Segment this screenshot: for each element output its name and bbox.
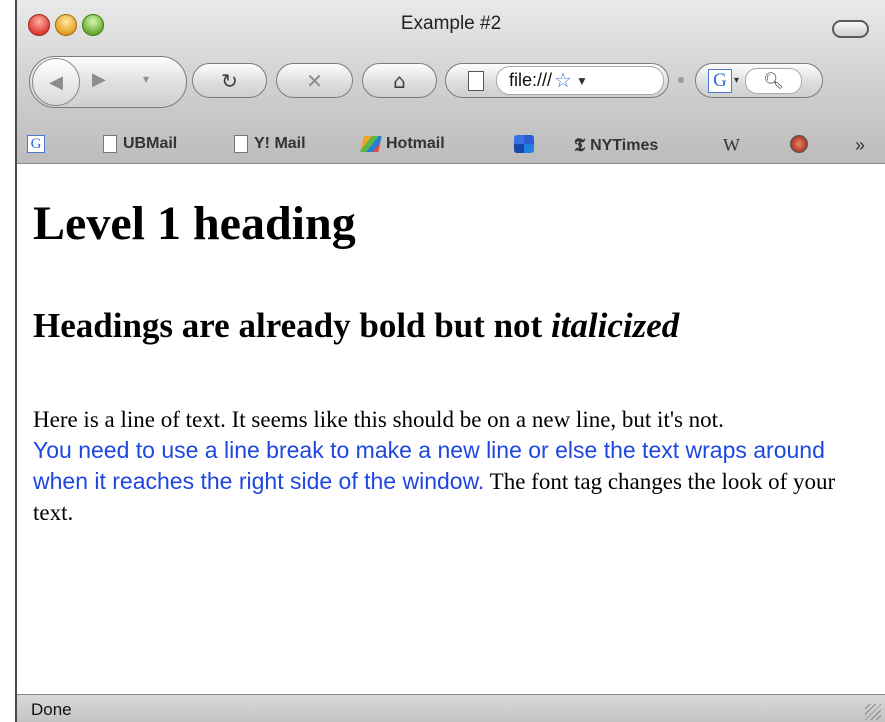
level-2-heading: Headings are already bold but not italic… — [33, 306, 679, 346]
page-icon — [103, 135, 117, 153]
toolbar-separator — [678, 77, 684, 83]
circle-icon — [790, 135, 808, 153]
resize-grip-icon[interactable] — [865, 704, 881, 720]
bookmark-google[interactable]: G — [27, 135, 45, 153]
stop-icon: ✕ — [306, 68, 323, 93]
toolbar-toggle-button[interactable] — [832, 20, 869, 38]
google-search-icon[interactable]: G — [708, 68, 732, 93]
paragraph-text: Here is a line of text. It seems like th… — [33, 407, 724, 432]
browser-window: Example #2 ◀ ▶ ▾ ↻ ✕ ⌂ file:/// ☆ ▼ G ▾ … — [0, 0, 885, 722]
forward-button[interactable]: ▶ — [92, 69, 106, 90]
magnifier-icon: 🔍︎ — [763, 71, 784, 90]
home-button[interactable]: ⌂ — [362, 63, 437, 98]
google-icon: G — [27, 135, 45, 153]
more-icon: » — [855, 135, 866, 155]
back-forward-control: ◀ ▶ ▾ — [29, 56, 187, 108]
search-input[interactable]: 🔍︎ — [745, 67, 803, 94]
bookmark-label: Hotmail — [386, 135, 445, 152]
page-icon — [234, 135, 248, 153]
bookmarks-bar: G UBMail Y! Mail Hotmail 𝕿 NYTimes W » — [17, 128, 885, 162]
navigation-toolbar: ◀ ▶ ▾ ↻ ✕ ⌂ file:/// ☆ ▼ G ▾ 🔍︎ — [17, 48, 885, 110]
back-arrow-icon: ◀ — [49, 71, 63, 93]
bookmark-circle[interactable] — [790, 135, 808, 153]
address-bar[interactable]: file:/// ☆ ▼ — [445, 63, 669, 98]
h2-italic-text: italicized — [550, 306, 680, 345]
bookmark-ubmail[interactable]: UBMail — [103, 135, 177, 153]
wikipedia-icon: W — [723, 135, 740, 155]
url-dropdown-icon[interactable]: ▼ — [576, 74, 588, 88]
msn-icon — [514, 135, 534, 153]
nyt-icon: 𝕿 — [574, 135, 586, 155]
window-left-edge — [0, 0, 17, 722]
bookmark-ymail[interactable]: Y! Mail — [234, 135, 306, 153]
bookmark-msn[interactable] — [514, 135, 534, 153]
history-dropdown-icon[interactable]: ▾ — [143, 72, 149, 86]
star-icon[interactable]: ☆ — [554, 68, 572, 93]
h2-text: Headings are already bold but not — [33, 306, 551, 345]
page-icon — [468, 70, 484, 91]
url-text: file:/// — [509, 70, 553, 90]
bookmark-hotmail[interactable]: Hotmail — [360, 135, 445, 153]
hotmail-icon — [360, 136, 382, 152]
bookmark-label: UBMail — [123, 135, 178, 152]
level-1-heading: Level 1 heading — [33, 197, 356, 250]
bookmarks-overflow[interactable]: » — [855, 135, 865, 156]
status-text: Done — [31, 700, 72, 719]
paragraph: Here is a line of text. It seems like th… — [33, 404, 863, 528]
search-box[interactable]: G ▾ 🔍︎ — [695, 63, 823, 98]
reload-icon: ↻ — [221, 68, 238, 93]
back-button[interactable]: ◀ — [32, 58, 80, 106]
search-engine-dropdown-icon[interactable]: ▾ — [734, 75, 739, 86]
page-content: Level 1 heading Headings are already bol… — [17, 164, 885, 693]
window-title: Example #2 — [400, 13, 502, 34]
status-bar: Done — [17, 694, 885, 722]
browser-chrome: Example #2 ◀ ▶ ▾ ↻ ✕ ⌂ file:/// ☆ ▼ G ▾ … — [17, 0, 885, 164]
url-input-area[interactable]: file:/// ☆ ▼ — [496, 66, 664, 95]
bookmark-label: Y! Mail — [254, 135, 306, 152]
reload-button[interactable]: ↻ — [192, 63, 267, 98]
bookmark-wikipedia[interactable]: W — [723, 135, 740, 156]
home-icon: ⌂ — [393, 68, 406, 93]
stop-button[interactable]: ✕ — [276, 63, 353, 98]
title-bar: Example #2 — [17, 0, 885, 40]
bookmark-label: NYTimes — [590, 136, 659, 154]
bookmark-nytimes[interactable]: 𝕿 NYTimes — [574, 135, 658, 156]
